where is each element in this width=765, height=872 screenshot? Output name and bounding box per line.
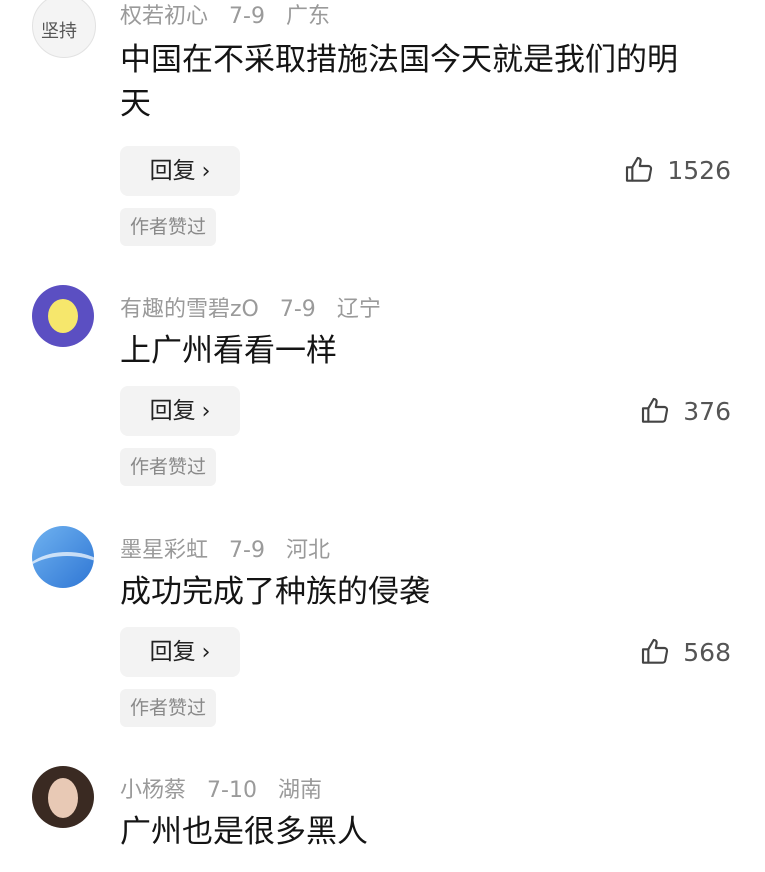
- comment-meta: 权若初心 7-9 广东: [120, 0, 344, 30]
- thumbs-up-icon: [626, 156, 653, 182]
- comment-date: 7-9: [229, 538, 265, 563]
- chevron-right-icon: ›: [201, 399, 211, 424]
- chevron-right-icon: ›: [201, 640, 211, 665]
- like-count: 376: [683, 396, 731, 426]
- face-shape: [48, 778, 78, 818]
- comment-meta: 小杨蔡 7-10 湖南: [120, 772, 336, 804]
- comment-date: 7-10: [207, 778, 257, 803]
- avatar[interactable]: [32, 526, 94, 588]
- reply-button[interactable]: 回复 ›: [120, 627, 240, 677]
- comment-text: 成功完成了种族的侵袭: [120, 574, 430, 610]
- reply-label: 回复: [149, 639, 196, 665]
- like-count: 568: [683, 637, 731, 667]
- avatar-text: 坚持: [41, 21, 77, 42]
- username[interactable]: 小杨蔡: [120, 778, 186, 803]
- comment-date: 7-9: [279, 297, 316, 322]
- reply-label: 回复: [149, 398, 196, 424]
- lemon-icon: [48, 299, 78, 333]
- avatar[interactable]: [32, 766, 94, 828]
- comment-location: 广东: [285, 4, 330, 29]
- author-liked-badge: 作者赞过: [120, 208, 217, 246]
- comment-item: 墨星彩虹 7-9 河北 成功完成了种族的侵袭 回复 › 568 作者赞过: [0, 526, 765, 746]
- comment-meta: 有趣的雪碧zO 7-9 辽宁: [120, 291, 395, 323]
- comment-location: 湖南: [277, 778, 322, 803]
- thumbs-up-icon: [642, 397, 669, 423]
- comment-location: 辽宁: [336, 297, 381, 322]
- username[interactable]: 权若初心: [120, 4, 208, 29]
- comment-item: 小杨蔡 7-10 湖南 广州也是很多黑人: [0, 766, 765, 872]
- like-button[interactable]: 1526: [623, 150, 731, 190]
- avatar[interactable]: 坚持: [32, 0, 96, 58]
- author-liked-badge: 作者赞过: [120, 689, 217, 727]
- comment-location: 河北: [285, 538, 330, 563]
- like-count: 1526: [667, 155, 731, 185]
- username[interactable]: 墨星彩虹: [120, 538, 208, 563]
- reply-button[interactable]: 回复 ›: [120, 386, 240, 436]
- thumbs-up-icon: [642, 638, 669, 664]
- avatar[interactable]: [32, 285, 94, 347]
- comment-text: 广州也是很多黑人: [120, 814, 368, 850]
- reply-button[interactable]: 回复 ›: [120, 146, 240, 196]
- wave-shape: [32, 552, 94, 588]
- like-button[interactable]: 376: [639, 391, 731, 431]
- comment-item: 坚持 权若初心 7-9 广东 中国在不采取措施法国今天就是我们的明天 回复 › 1…: [0, 0, 765, 260]
- comment-meta: 墨星彩虹 7-9 河北: [120, 532, 344, 564]
- comment-text: 上广州看看一样: [120, 333, 337, 369]
- chevron-right-icon: ›: [201, 159, 211, 184]
- reply-label: 回复: [149, 158, 196, 184]
- comment-date: 7-9: [229, 4, 265, 29]
- author-liked-badge: 作者赞过: [120, 448, 217, 486]
- like-button[interactable]: 568: [639, 632, 731, 672]
- username[interactable]: 有趣的雪碧zO: [120, 297, 259, 322]
- comment-item: 有趣的雪碧zO 7-9 辽宁 上广州看看一样 回复 › 376 作者赞过: [0, 285, 765, 505]
- comment-text: 中国在不采取措施法国今天就是我们的明天: [120, 42, 678, 122]
